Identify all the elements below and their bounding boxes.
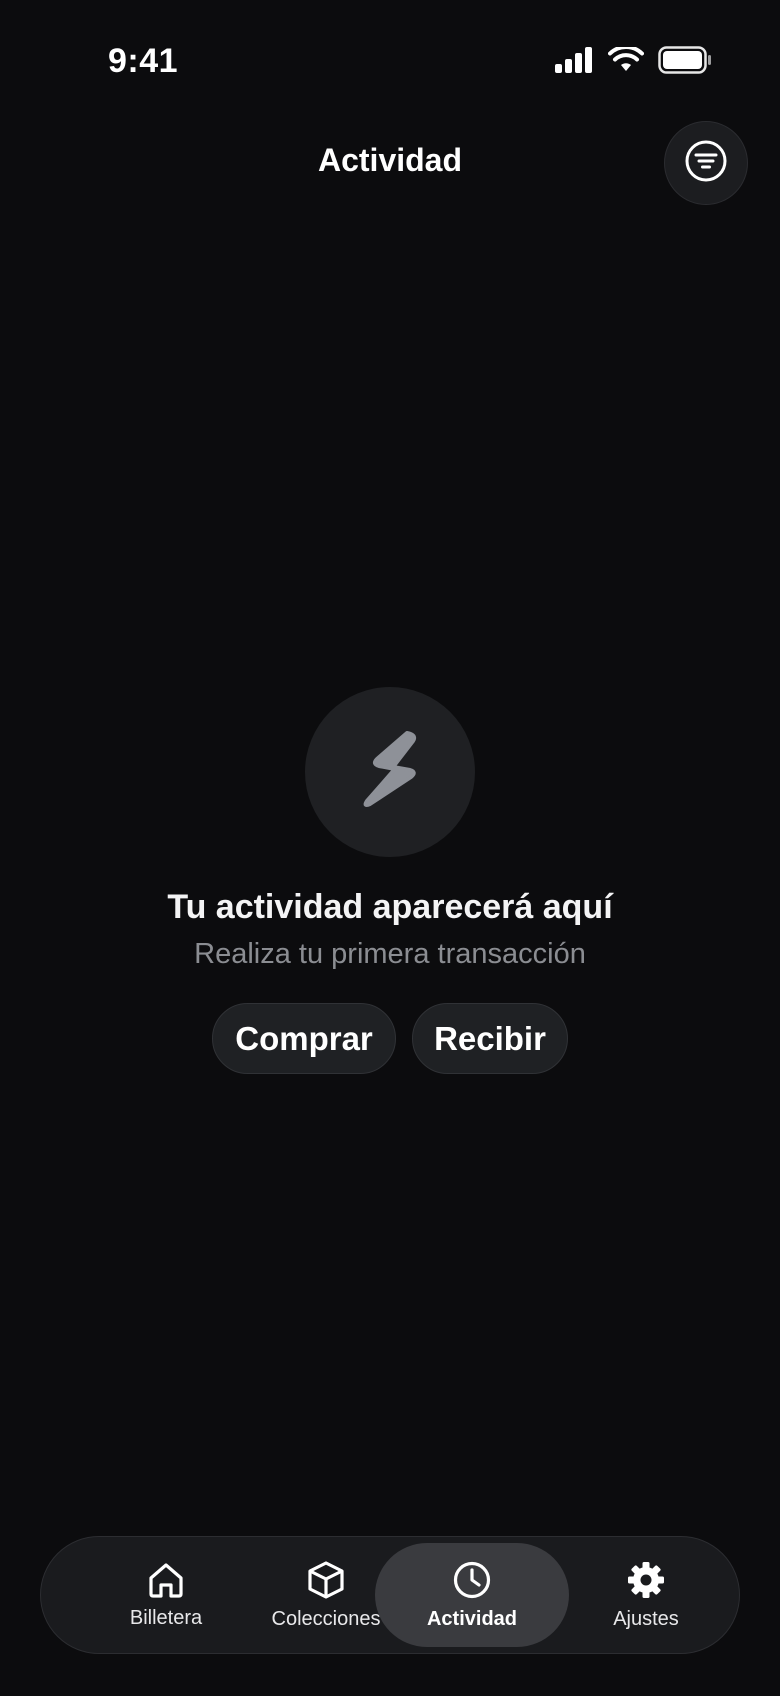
- nav-label: Colecciones: [271, 1607, 381, 1630]
- nav-item-billetera[interactable]: Billetera: [91, 1543, 241, 1647]
- status-time: 9:41: [108, 42, 179, 80]
- nav-item-ajustes[interactable]: Ajustes: [571, 1543, 721, 1647]
- bottom-nav: Billetera Colecciones Actividad Ajustes: [40, 1536, 740, 1654]
- battery-icon: [658, 46, 712, 74]
- wifi-icon: [608, 47, 644, 73]
- filter-button[interactable]: [664, 121, 748, 205]
- status-icons: [554, 46, 712, 74]
- nav-label: Actividad: [426, 1607, 518, 1630]
- empty-state-title: Tu actividad aparecerá aquí: [167, 888, 613, 926]
- cellular-signal-icon: [554, 47, 594, 73]
- clock-icon: [452, 1560, 492, 1600]
- gear-icon: [626, 1560, 666, 1600]
- box-icon: [306, 1560, 346, 1600]
- empty-state-subtitle: Realiza tu primera transacción: [194, 938, 586, 970]
- nav-item-actividad[interactable]: Actividad: [375, 1543, 569, 1647]
- nav-label: Billetera: [129, 1606, 203, 1629]
- buy-button[interactable]: Comprar: [212, 1003, 396, 1074]
- page-title: Actividad: [317, 142, 463, 178]
- empty-state-actions: Comprar Recibir: [0, 1003, 780, 1074]
- lightning-icon: [355, 729, 425, 816]
- nav-label: Ajustes: [613, 1607, 679, 1630]
- activity-screen: 9:41 Actividad Tu actividad aparecerá aq…: [0, 0, 780, 1696]
- empty-state-icon-container: [305, 687, 475, 857]
- filter-icon: [684, 139, 728, 188]
- receive-button[interactable]: Recibir: [412, 1003, 568, 1074]
- home-icon: [146, 1561, 186, 1599]
